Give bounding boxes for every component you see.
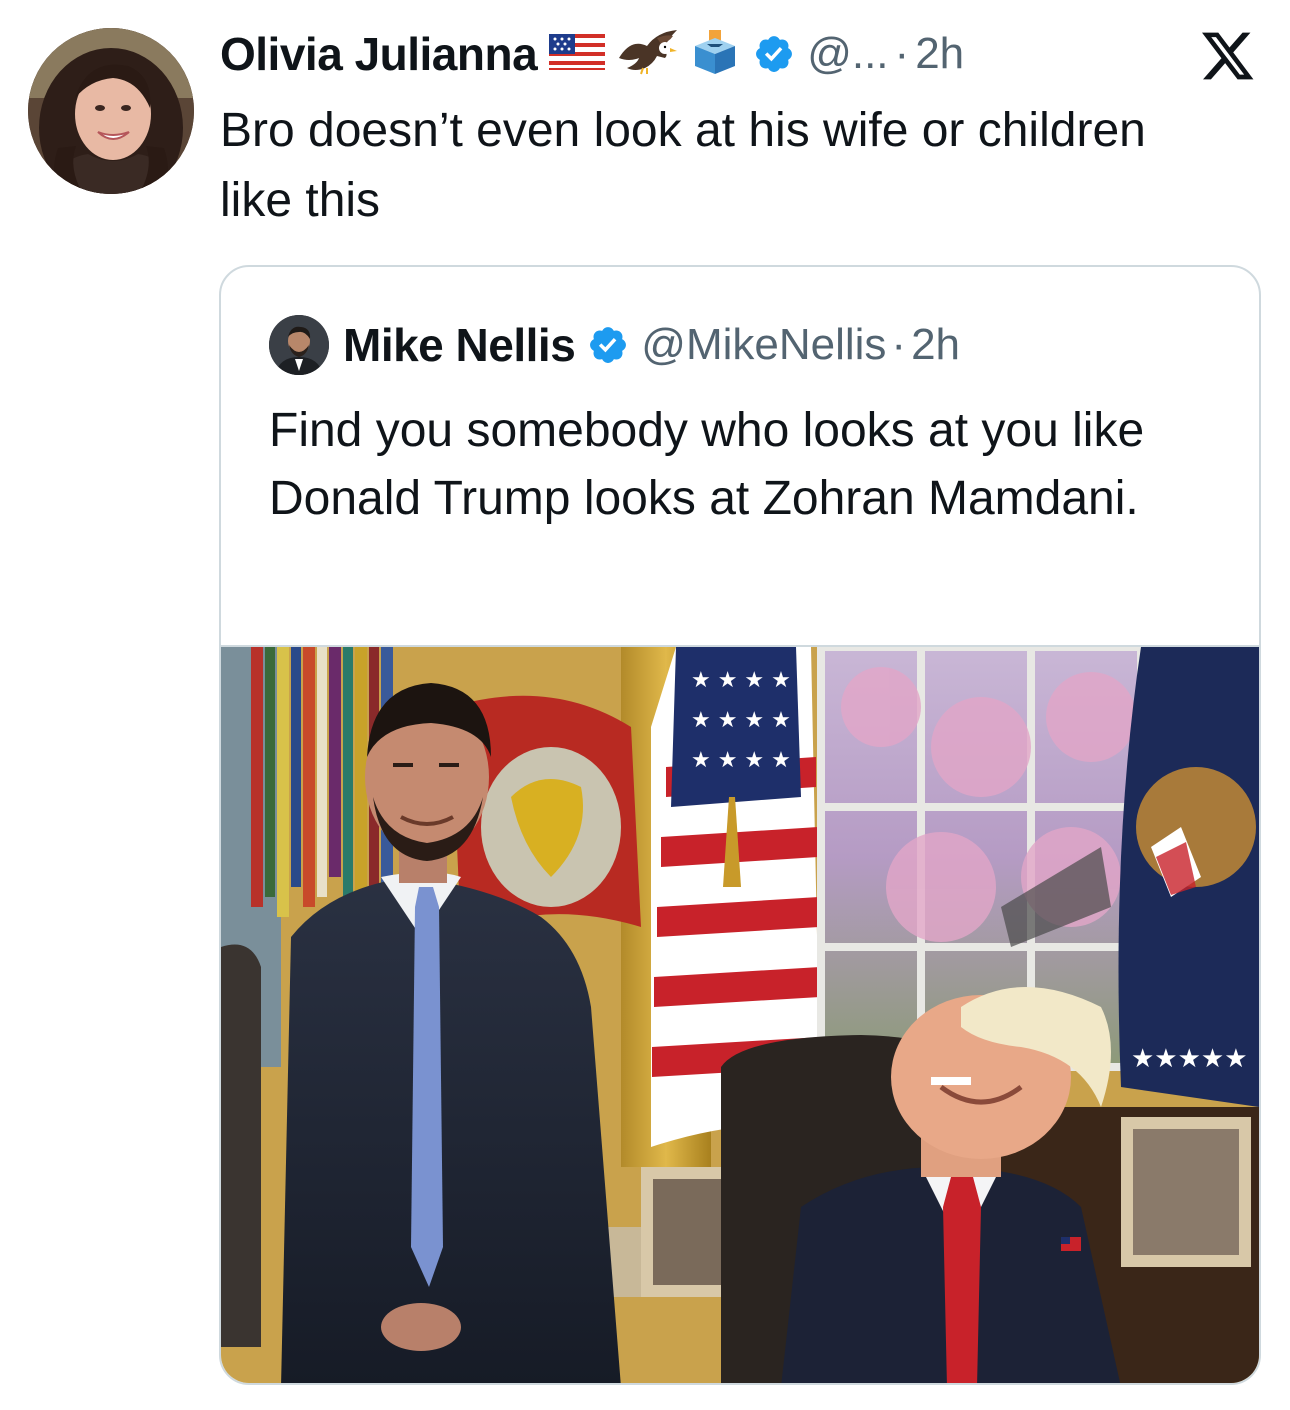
- svg-text:★ ★ ★ ★: ★ ★ ★ ★: [691, 708, 791, 733]
- quoted-tweet-card[interactable]: Mike Nellis @MikeNellis · 2h Find you so…: [219, 265, 1261, 1385]
- quoted-tweet-header: Mike Nellis @MikeNellis · 2h: [269, 315, 960, 375]
- svg-text:★ ★ ★ ★: ★ ★ ★ ★: [691, 748, 791, 773]
- svg-text:★★★★★: ★★★★★: [1131, 1044, 1248, 1074]
- photo-image: ★ ★ ★ ★ ★ ★ ★ ★ ★ ★ ★ ★ ★★★★★: [221, 647, 1259, 1383]
- eagle-emoji: [617, 28, 679, 81]
- us-flag-emoji: [549, 32, 606, 77]
- author-avatar-image: [28, 28, 194, 194]
- verified-badge-icon[interactable]: [587, 324, 629, 366]
- author-avatar[interactable]: [28, 28, 194, 194]
- verified-badge-icon[interactable]: [753, 33, 795, 75]
- tweet-time[interactable]: 2h: [915, 29, 964, 79]
- quoted-author-handle[interactable]: @MikeNellis: [641, 320, 886, 370]
- x-logo-icon: [1200, 30, 1256, 82]
- tweet-text: Bro doesn’t even look at his wife or chi…: [220, 104, 1146, 227]
- separator-dot: ·: [894, 29, 910, 78]
- quoted-tweet-time[interactable]: 2h: [911, 320, 960, 370]
- tweet[interactable]: Olivia Julianna @... · 2h Bro doesn’t ev…: [0, 0, 1290, 1410]
- tweet-header: Olivia Julianna @... · 2h: [220, 24, 964, 84]
- svg-text:★ ★ ★ ★: ★ ★ ★ ★: [691, 668, 791, 693]
- quoted-author-avatar-image: [269, 315, 329, 375]
- quoted-tweet-text: Find you somebody who looks at you like …: [269, 404, 1145, 525]
- quoted-author-name[interactable]: Mike Nellis: [343, 318, 576, 372]
- quoted-author-avatar[interactable]: [269, 315, 329, 375]
- ballot-box-emoji: [691, 28, 739, 81]
- oval-office-photo[interactable]: ★ ★ ★ ★ ★ ★ ★ ★ ★ ★ ★ ★ ★★★★★: [221, 645, 1259, 1383]
- separator-dot: ·: [891, 320, 907, 369]
- author-handle[interactable]: @...: [807, 29, 888, 79]
- author-name[interactable]: Olivia Julianna: [220, 27, 538, 81]
